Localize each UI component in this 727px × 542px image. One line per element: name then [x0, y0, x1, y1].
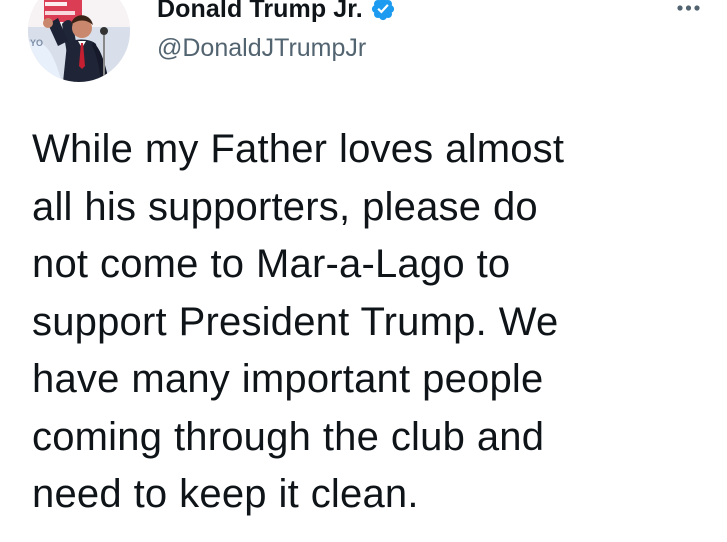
more-options-button[interactable] [671, 0, 705, 25]
author-display-name[interactable]: Donald Trump Jr. [157, 0, 363, 24]
tweet-text-line: all his supporters, please do [32, 184, 538, 229]
author-handle[interactable]: @DonaldJTrumpJr [157, 34, 396, 63]
svg-text:YO: YO [30, 38, 43, 48]
tweet-text-line: have many important people [32, 357, 544, 401]
tweet-text-line: While my Father loves almost [32, 127, 565, 171]
tweet-text-line: support President Trump. We [32, 299, 559, 344]
tweet-author: Donald Trump Jr. @DonaldJTrumpJr [157, 0, 396, 81]
tweet-text-line: need to keep it clean. [32, 472, 419, 516]
author-name-row: Donald Trump Jr. [157, 0, 396, 27]
verified-badge-icon [370, 0, 396, 22]
tweet-text-line: not come to Mar-a-Lago to [32, 242, 511, 286]
more-options-icon [676, 5, 700, 11]
tweet-text: While my Father loves almost all his sup… [32, 121, 707, 524]
tweet-card: YO Donald Trump Jr. @DonaldJTrumpJr Whil… [0, 0, 727, 542]
profile-avatar[interactable]: YO [28, 0, 130, 82]
tweet-text-line: coming through the club and [32, 414, 545, 459]
